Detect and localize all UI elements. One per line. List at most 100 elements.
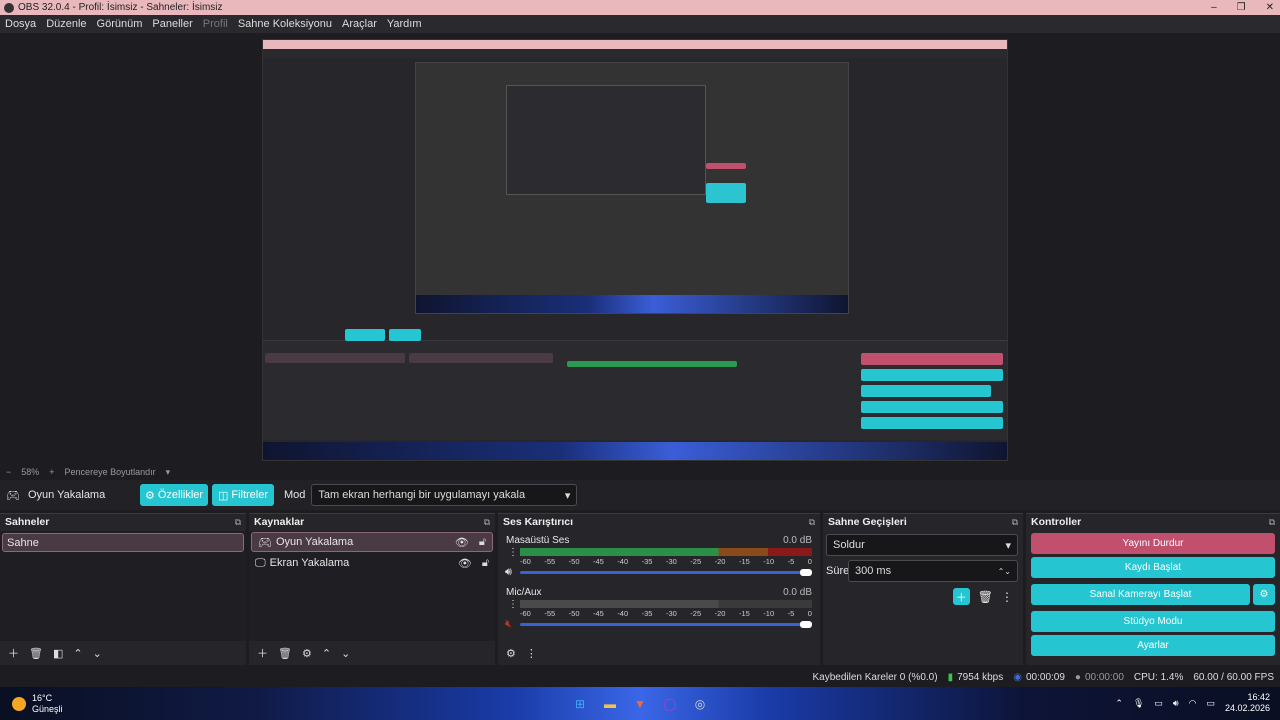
weather-widget[interactable]: 16°C Güneşli (12, 693, 63, 715)
lock-icon[interactable]: 🔓︎ (482, 557, 489, 570)
nested-preview (415, 62, 849, 314)
add-source-icon[interactable]: ＋ (257, 645, 268, 661)
move-down-icon[interactable]: ⌄ (341, 647, 350, 660)
chevron-up-icon[interactable]: ⌃ (1115, 698, 1123, 709)
scene-item[interactable]: Sahne (2, 533, 244, 552)
start-recording-button[interactable]: Kaydı Başlat (1031, 557, 1275, 578)
properties-button[interactable]: ⚙ Özellikler (140, 484, 208, 506)
menu-yardim[interactable]: Yardım (382, 18, 427, 30)
source-toolbar: 🎮︎ Oyun Yakalama ⚙ Özellikler ◫ Filtrele… (0, 480, 1280, 510)
undock-icon[interactable]: ⧉ (809, 517, 815, 528)
muted-mic-icon[interactable]: 🔇︎ (505, 618, 512, 631)
kebab-menu-icon[interactable]: ⋮ (508, 599, 518, 610)
status-bar: Kaybedilen Kareler 0 (%0.0) ▮ 7954 kbps ◉… (0, 667, 1280, 687)
zoom-mode[interactable]: Pencereye Boyutlandır (65, 467, 156, 477)
gear-icon: ⚙ (144, 489, 155, 502)
preview-canvas[interactable] (262, 39, 1008, 461)
scenes-list[interactable]: Sahne (0, 531, 246, 641)
obs-logo-icon (4, 2, 14, 13)
volume-slider[interactable] (520, 621, 812, 628)
duration-label: Süre (826, 565, 850, 577)
slider-knob[interactable] (800, 621, 812, 628)
mode-select[interactable]: Tam ekran herhangi bir uygulamayı yakala… (311, 484, 578, 506)
virtualcam-settings-button[interactable]: ⚙ (1253, 584, 1275, 605)
speaker-icon[interactable]: 🔊︎ (505, 566, 512, 579)
preview-area[interactable] (0, 33, 1280, 465)
opera-browser-icon[interactable]: ◯ (660, 694, 680, 714)
move-down-icon[interactable]: ⌄ (93, 647, 102, 660)
duration-spinbox[interactable]: 300 ms ⌃⌄ (848, 560, 1018, 582)
eye-icon[interactable]: 👁︎ (455, 536, 469, 549)
microphone-icon[interactable]: 🎙︎ (1133, 698, 1144, 709)
kebab-menu-icon[interactable]: ⋮ (508, 547, 518, 558)
spinner-arrows-icon[interactable]: ⌃⌄ (998, 567, 1011, 576)
weather-desc: Güneşli (32, 703, 63, 714)
file-explorer-icon[interactable]: ▬ (600, 694, 620, 714)
sources-dock: Kaynaklar ⧉ 🎮︎ Oyun Yakalama 👁︎ 🔓︎ 🖵 Ekran… (249, 513, 495, 665)
undock-icon[interactable]: ⧉ (1012, 517, 1018, 528)
gear-icon[interactable]: ⚙ (302, 647, 312, 660)
menu-paneller[interactable]: Paneller (147, 18, 197, 30)
volume-icon[interactable]: 🔊︎ (1173, 698, 1179, 709)
menu-duzenle[interactable]: Düzenle (41, 18, 91, 30)
monitor-icon: 🖵 (255, 556, 266, 569)
settings-button[interactable]: Ayarlar (1031, 635, 1275, 656)
volume-slider[interactable] (520, 569, 812, 576)
undock-icon[interactable]: ⧉ (484, 517, 490, 528)
menu-araclar[interactable]: Araçlar (337, 18, 382, 30)
trash-icon[interactable]: 🗑︎ (978, 590, 993, 604)
mixer-channel-mic: Mic/Aux 0.0 dB ⋮ -60 -55 -50 -45 -40 -35 -30 -2… (498, 583, 820, 635)
undock-icon[interactable]: ⧉ (235, 517, 241, 528)
start-virtualcam-button[interactable]: Sanal Kamerayı Başlat (1031, 584, 1250, 605)
windows-start-icon[interactable]: ⊞ (570, 694, 590, 714)
add-transition-button[interactable]: ＋ (952, 588, 970, 605)
db-scale: -60 -55 -50 -45 -40 -35 -30 -25 -20 -15 -10 -5 0 (520, 609, 812, 618)
sources-list[interactable]: 🎮︎ Oyun Yakalama 👁︎ 🔓︎ 🖵 Ekran Yakalama 👁… (249, 531, 495, 641)
channel-db: 0.0 dB (783, 587, 812, 598)
obs-taskbar-icon[interactable]: ◎ (690, 694, 710, 714)
gear-icon: ⚙ (1259, 589, 1269, 600)
tablet-icon[interactable]: ▭ (1154, 698, 1163, 709)
stop-stream-button[interactable]: Yayını Durdur (1031, 533, 1275, 554)
minimize-button[interactable]: – (1211, 0, 1217, 15)
zoom-value: 58% (21, 467, 40, 477)
plus-icon: ＋ (955, 591, 967, 604)
slider-knob[interactable] (800, 569, 812, 576)
trash-icon[interactable]: 🗑︎ (29, 647, 43, 660)
trash-icon[interactable]: 🗑︎ (278, 647, 292, 660)
source-item-label: Oyun Yakalama (275, 536, 354, 548)
channel-db: 0.0 dB (783, 535, 812, 546)
zoom-dropdown-icon[interactable]: ▾ (166, 467, 171, 478)
scene-filters-icon[interactable]: ◧ (53, 647, 63, 660)
lock-icon[interactable]: 🔓︎ (479, 536, 486, 549)
source-item[interactable]: 🖵 Ekran Yakalama 👁︎ 🔓︎ (249, 553, 495, 573)
kebab-menu-icon[interactable]: ⋮ (526, 647, 537, 660)
filters-button[interactable]: ◫ Filtreler (212, 484, 274, 506)
menu-gorunum[interactable]: Görünüm (92, 18, 148, 30)
audio-mixer-dock: Ses Karıştırıcı ⧉ Masaüstü Ses 0.0 dB ⋮ -… (498, 513, 820, 665)
menu-sahne-koleksiyonu[interactable]: Sahne Koleksiyonu (233, 18, 337, 30)
undock-icon[interactable]: ⧉ (1269, 517, 1275, 528)
close-button[interactable]: ✕ (1266, 0, 1274, 15)
brave-browser-icon[interactable]: ▼ (630, 694, 650, 714)
studio-mode-button[interactable]: Stüdyo Modu (1031, 611, 1275, 632)
fps: 60.00 / 60.00 FPS (1193, 671, 1274, 683)
move-up-icon[interactable]: ⌃ (73, 647, 82, 660)
mixer-settings-icon[interactable]: ⚙ (506, 647, 516, 660)
maximize-button[interactable]: ❐ (1237, 0, 1246, 15)
mixer-body: Masaüstü Ses 0.0 dB ⋮ -60 -55 -50 -45 -40 -35… (498, 531, 820, 641)
nested-meter (567, 361, 737, 367)
transitions-title: Sahne Geçişleri (828, 516, 907, 528)
transition-select[interactable]: Soldur ▾ (826, 534, 1018, 556)
zoom-in-button[interactable]: + (49, 467, 54, 477)
eye-icon[interactable]: 👁︎ (458, 557, 472, 570)
battery-icon[interactable]: ▭ (1206, 698, 1215, 709)
menu-dosya[interactable]: Dosya (0, 18, 41, 30)
kebab-menu-icon[interactable]: ⋮ (1001, 590, 1013, 604)
zoom-out-button[interactable]: − (6, 467, 11, 477)
source-item[interactable]: 🎮︎ Oyun Yakalama 👁︎ 🔓︎ (251, 532, 493, 552)
move-up-icon[interactable]: ⌃ (322, 647, 331, 660)
add-scene-icon[interactable]: ＋ (8, 645, 19, 661)
wifi-icon[interactable]: ◠ (1189, 698, 1197, 709)
clock[interactable]: 16:42 24.02.2026 (1225, 692, 1270, 714)
